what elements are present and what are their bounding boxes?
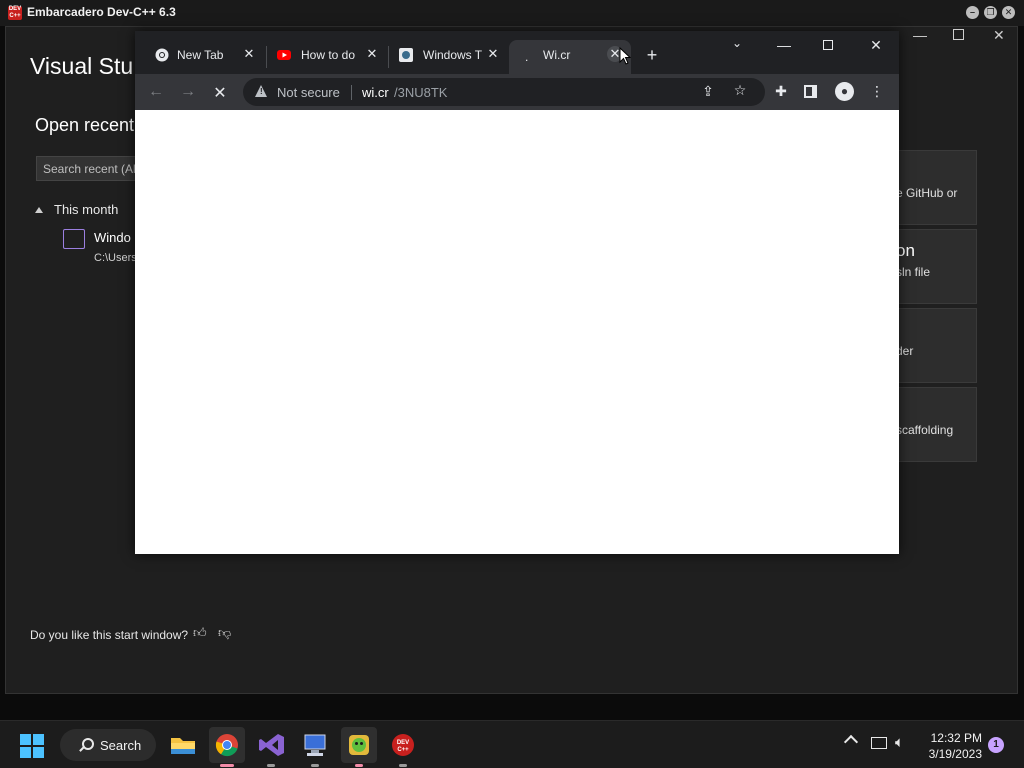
game-app-icon[interactable]: [341, 727, 377, 767]
devcpp-title-bar: DEV C++ Embarcadero Dev-C++ 6.3 – ❐ ✕: [0, 0, 1024, 26]
notification-badge[interactable]: 1: [988, 737, 1004, 753]
svg-text:DEV: DEV: [397, 740, 409, 746]
side-panel-icon[interactable]: [804, 85, 817, 98]
network-icon[interactable]: [871, 737, 887, 749]
vs-close-icon[interactable]: ✕: [993, 27, 1005, 44]
chrome-minimize-icon[interactable]: —: [774, 37, 794, 53]
tab-strip: New Tab ✕ How to do ✕ Windows T ✕ . Wi.c…: [135, 31, 899, 74]
chrome-close-icon[interactable]: ✕: [866, 37, 886, 54]
warning-mark: !: [260, 87, 263, 96]
thumbs-down-icon[interactable]: 👎︎: [218, 625, 234, 641]
volume-icon[interactable]: 🔈︎: [895, 734, 904, 751]
devcpp-taskbar-icon[interactable]: DEV C++: [385, 727, 421, 767]
chrome-window: New Tab ✕ How to do ✕ Windows T ✕ . Wi.c…: [135, 31, 899, 554]
tab-wi-cr[interactable]: . Wi.cr ✕: [509, 40, 631, 74]
url-host: wi.cr: [362, 85, 389, 100]
security-status[interactable]: Not secure: [277, 85, 340, 100]
extensions-puzzle-icon[interactable]: ✚: [772, 83, 790, 101]
open-folder-card[interactable]: der: [893, 308, 977, 383]
forward-arrow-icon[interactable]: →: [178, 83, 198, 101]
clock-date[interactable]: 3/19/2023: [924, 747, 982, 761]
minimize-icon[interactable]: –: [966, 6, 979, 19]
card-description: scaffolding: [896, 423, 954, 437]
windows-start-icon[interactable]: [20, 734, 44, 758]
page-content[interactable]: [135, 110, 899, 554]
tab-label: Wi.cr: [543, 48, 571, 62]
clock-time[interactable]: 12:32 PM: [924, 731, 982, 745]
feedback-prompt: Do you like this start window?: [30, 628, 189, 642]
file-explorer-icon[interactable]: [165, 727, 201, 763]
stop-loading-icon[interactable]: ✕: [210, 83, 230, 103]
tab-label: Windows T: [423, 48, 483, 62]
thumbs-up-icon[interactable]: 👍︎: [193, 625, 209, 641]
chrome-maximize-icon[interactable]: [823, 40, 833, 50]
bookmark-star-icon[interactable]: ☆: [731, 82, 749, 100]
menu-kebab-icon[interactable]: ⋮: [868, 83, 886, 101]
running-app-indicator: [399, 764, 407, 767]
solution-file-icon: [63, 229, 85, 249]
loading-icon: .: [525, 50, 529, 64]
devcpp-window-title: Embarcadero Dev-C++ 6.3: [27, 5, 176, 19]
recent-group-label[interactable]: This month: [54, 202, 118, 217]
back-arrow-icon[interactable]: ←: [146, 83, 166, 101]
tab-close-icon[interactable]: ✕: [241, 46, 257, 62]
chrome-icon: [155, 48, 169, 62]
vs-minimize-icon[interactable]: —: [913, 27, 927, 43]
computer-app-icon[interactable]: [297, 727, 333, 767]
search-label: Search: [100, 738, 142, 753]
profile-avatar-icon[interactable]: ●: [835, 82, 854, 101]
card-description: sln file: [896, 265, 931, 279]
url-path: /3NU8TK: [394, 85, 448, 100]
search-recent-input[interactable]: Search recent (Alt: [36, 156, 146, 181]
windows-site-icon: [399, 48, 413, 62]
tab-windows[interactable]: Windows T ✕: [389, 40, 509, 74]
vs-start-title: Visual Stu: [30, 53, 134, 79]
tab-label: New Tab: [177, 48, 224, 62]
tab-new-tab[interactable]: New Tab ✕: [143, 40, 265, 74]
open-project-card[interactable]: on sln file: [893, 229, 977, 304]
address-bar[interactable]: ! Not secure wi.cr /3NU8TK ⇪ ☆: [243, 78, 765, 106]
recent-item-name[interactable]: Windo: [94, 230, 131, 245]
share-icon[interactable]: ⇪: [699, 83, 717, 101]
card-description: e GitHub or: [896, 186, 958, 200]
tab-youtube[interactable]: How to do ✕: [267, 40, 387, 74]
chevron-up-icon[interactable]: [843, 734, 859, 750]
running-app-indicator: [267, 764, 275, 767]
close-icon[interactable]: ✕: [1002, 6, 1015, 19]
devcpp-logo-icon: DEV C++: [8, 6, 22, 20]
recent-item-path: C:\Users: [94, 252, 137, 264]
active-app-indicator: [220, 764, 234, 767]
running-app-indicator: [355, 764, 363, 767]
clone-repo-card[interactable]: e GitHub or: [893, 150, 977, 225]
youtube-icon: [277, 50, 291, 60]
taskbar: Search DEV C++ 🔈︎ 12:32 PM 3/19/2023 1: [0, 720, 1024, 768]
taskbar-search-button[interactable]: Search: [60, 729, 156, 761]
new-project-card[interactable]: scaffolding: [893, 387, 977, 462]
restore-icon[interactable]: ❐: [984, 6, 997, 19]
vs-maximize-icon[interactable]: [953, 29, 964, 40]
svg-text:C++: C++: [397, 747, 409, 753]
chrome-toolbar: ← → ✕ ! Not secure wi.cr /3NU8TK ⇪ ☆ ✚ ●…: [135, 74, 899, 110]
chrome-taskbar-icon[interactable]: [209, 727, 245, 767]
running-app-indicator: [311, 764, 319, 767]
visual-studio-taskbar-icon[interactable]: [253, 727, 289, 767]
tab-search-icon[interactable]: ⌄: [727, 36, 747, 50]
open-recent-heading: Open recent: [35, 115, 135, 135]
tab-label: How to do: [301, 48, 356, 62]
address-divider: [351, 85, 352, 100]
tab-close-icon[interactable]: ✕: [485, 46, 501, 62]
new-tab-button[interactable]: +: [643, 45, 661, 66]
tab-close-icon[interactable]: ✕: [364, 46, 380, 62]
mouse-cursor-icon: [619, 47, 631, 65]
collapse-triangle-icon[interactable]: [35, 207, 43, 213]
